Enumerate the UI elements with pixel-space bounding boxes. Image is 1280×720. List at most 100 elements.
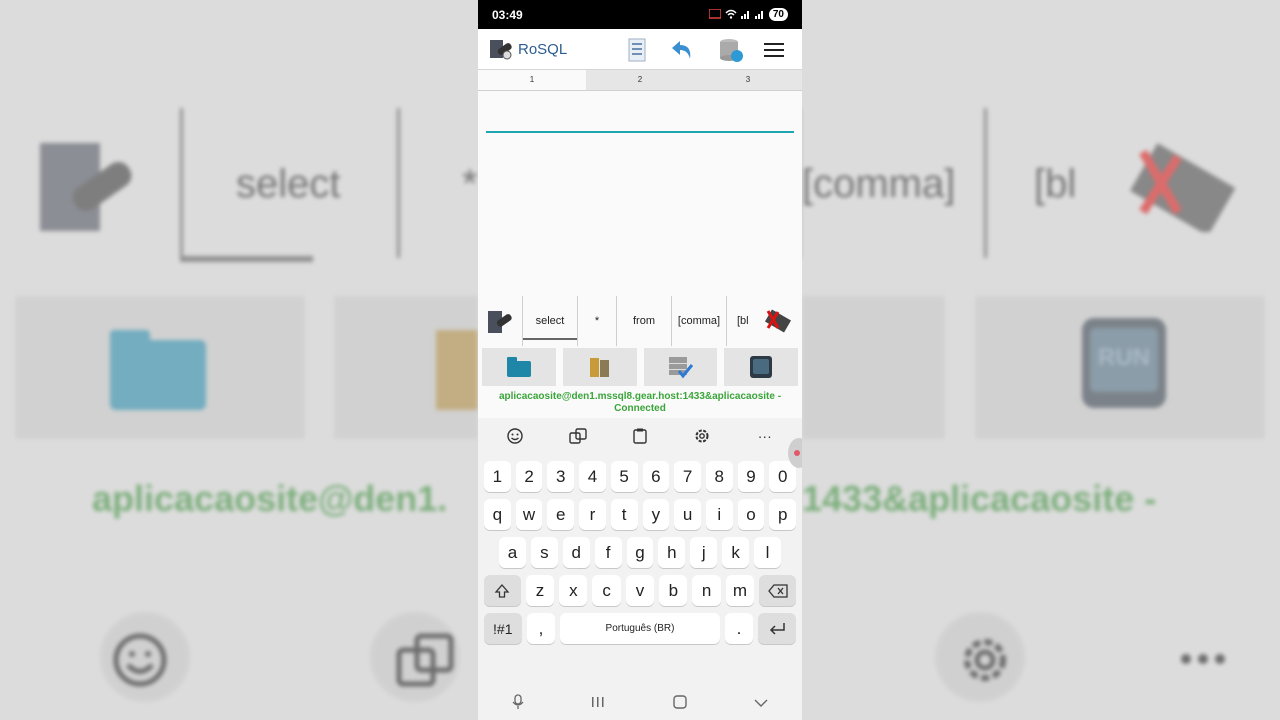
- key-6[interactable]: 6: [642, 461, 670, 492]
- key-g[interactable]: g: [626, 537, 654, 568]
- keyboard-number-row: 1234567890: [478, 461, 802, 492]
- on-screen-keyboard: ··· 1234567890 qwertyuiop asdfghjkl zxcv…: [478, 418, 802, 720]
- emoji-icon[interactable]: [504, 425, 526, 447]
- saved-queries-button[interactable]: [562, 348, 637, 386]
- key-2[interactable]: 2: [515, 461, 543, 492]
- bg-emoji-icon: [112, 632, 168, 693]
- app-toolbar: RoSQL: [478, 29, 802, 70]
- backspace-key[interactable]: [759, 575, 796, 606]
- symbols-key[interactable]: !#1: [484, 613, 522, 644]
- key-p[interactable]: p: [769, 499, 797, 530]
- key-r[interactable]: r: [579, 499, 606, 530]
- microphone-icon[interactable]: [512, 693, 524, 713]
- enter-key[interactable]: [758, 613, 796, 644]
- keyword-bl[interactable]: [bl: [727, 296, 755, 346]
- tab-1[interactable]: 1: [478, 70, 586, 90]
- key-m[interactable]: m: [725, 575, 755, 606]
- database-check-button[interactable]: [643, 348, 718, 386]
- keyboard-row-3: zxcvbnm: [478, 575, 802, 606]
- key-l[interactable]: l: [754, 537, 782, 568]
- key-t[interactable]: t: [610, 499, 638, 530]
- clear-keyboard-button[interactable]: [755, 296, 801, 346]
- key-o[interactable]: o: [737, 499, 765, 530]
- comma-key[interactable]: ,: [526, 613, 556, 644]
- key-9[interactable]: 9: [737, 461, 765, 492]
- menu-icon[interactable]: [761, 37, 787, 63]
- key-a[interactable]: a: [499, 537, 526, 568]
- key-f[interactable]: f: [594, 537, 622, 568]
- key-7[interactable]: 7: [674, 461, 701, 492]
- bg-word-bl: [bl: [1034, 162, 1077, 206]
- settings-gear-icon[interactable]: [691, 425, 713, 447]
- key-e[interactable]: e: [547, 499, 575, 530]
- key-b[interactable]: b: [659, 575, 688, 606]
- signal-icon-2: [754, 8, 765, 22]
- bg-word-select: select: [236, 162, 341, 206]
- action-tools-row: [478, 346, 802, 388]
- enter-icon: [770, 622, 785, 635]
- key-h[interactable]: h: [658, 537, 686, 568]
- keyword-star[interactable]: *: [578, 296, 617, 346]
- key-q[interactable]: q: [484, 499, 511, 530]
- key-0[interactable]: 0: [769, 461, 797, 492]
- key-5[interactable]: 5: [610, 461, 638, 492]
- sql-input[interactable]: [486, 111, 794, 133]
- key-z[interactable]: z: [525, 575, 555, 606]
- folder-icon: [506, 357, 531, 377]
- space-key[interactable]: Português (BR): [560, 613, 720, 644]
- key-3[interactable]: 3: [547, 461, 575, 492]
- keyword-select[interactable]: select: [522, 296, 578, 346]
- bg-clear-keyboard-icon: [1128, 142, 1238, 237]
- run-button[interactable]: [724, 348, 798, 386]
- key-j[interactable]: j: [690, 537, 718, 568]
- bg-connection-left: aplicacaosite@den1.: [92, 478, 448, 519]
- key-8[interactable]: 8: [705, 461, 733, 492]
- backspace-icon: [767, 583, 788, 598]
- battery-indicator: 70: [768, 8, 788, 21]
- database-check-icon: [669, 357, 694, 379]
- key-d[interactable]: d: [562, 537, 590, 568]
- tab-3[interactable]: 3: [694, 70, 802, 90]
- bg-connection-right: 1433&aplicacaosite -: [802, 478, 1157, 519]
- connect-button[interactable]: [478, 296, 522, 346]
- key-i[interactable]: i: [705, 499, 733, 530]
- bg-translate-icon: [395, 632, 455, 697]
- shift-icon: [494, 583, 510, 598]
- translate-icon[interactable]: [567, 425, 589, 447]
- keyword-from[interactable]: from: [617, 296, 672, 346]
- key-s[interactable]: s: [530, 537, 558, 568]
- phone-screen: 03:49 70 RoSQL 1 2 3 select * from [comm…: [478, 0, 802, 720]
- key-n[interactable]: n: [692, 575, 721, 606]
- bg-run-icon: RUN: [1082, 318, 1166, 413]
- clipboard-icon[interactable]: [629, 425, 651, 447]
- editor-tabs: 1 2 3: [478, 70, 802, 91]
- wifi-icon: [725, 8, 737, 22]
- keyboard-row-1: qwertyuiop: [478, 499, 802, 530]
- key-w[interactable]: w: [515, 499, 543, 530]
- recent-apps-icon[interactable]: [591, 695, 605, 711]
- key-v[interactable]: v: [625, 575, 655, 606]
- document-icon[interactable]: [624, 37, 650, 63]
- open-folder-button[interactable]: [482, 348, 556, 386]
- key-c[interactable]: c: [592, 575, 621, 606]
- tab-2[interactable]: 2: [586, 70, 694, 90]
- signal-icon: [740, 8, 751, 22]
- key-u[interactable]: u: [674, 499, 701, 530]
- home-icon[interactable]: [673, 694, 687, 712]
- key-x[interactable]: x: [559, 575, 588, 606]
- hide-keyboard-icon[interactable]: [754, 695, 768, 711]
- key-1[interactable]: 1: [484, 461, 511, 492]
- shift-key[interactable]: [484, 575, 521, 606]
- keyword-comma[interactable]: [comma]: [672, 296, 727, 346]
- key-4[interactable]: 4: [579, 461, 606, 492]
- period-key[interactable]: .: [724, 613, 754, 644]
- bg-connect-icon: [40, 135, 140, 240]
- bg-gear-icon: [957, 632, 1013, 693]
- key-k[interactable]: k: [722, 537, 750, 568]
- more-options-button[interactable]: ···: [754, 425, 776, 447]
- books-icon: [589, 358, 609, 377]
- undo-icon[interactable]: [669, 37, 695, 63]
- key-y[interactable]: y: [642, 499, 670, 530]
- rosql-logo-icon: [488, 36, 514, 62]
- database-icon[interactable]: [718, 37, 744, 63]
